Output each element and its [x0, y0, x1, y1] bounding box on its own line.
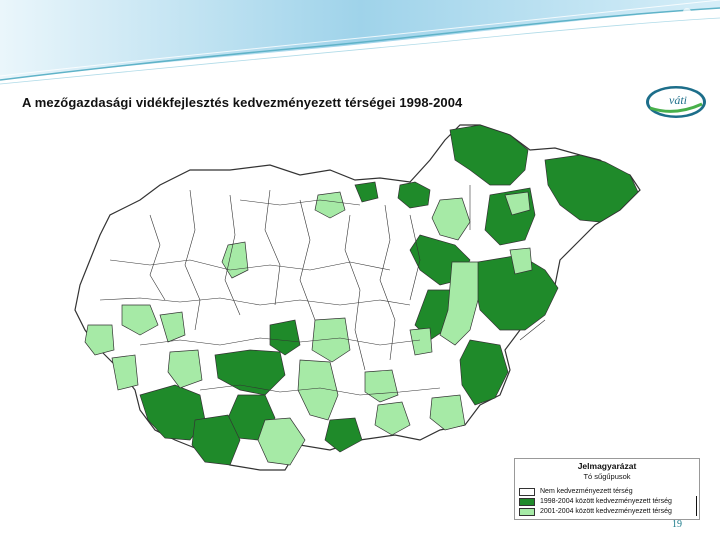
legend-item-2001-2004: 2001-2004 között kedvezményezett térség: [519, 508, 697, 517]
legend-divider: [696, 496, 697, 516]
legend-item-1998-2004: 1998-2004 között kedvezményezett térség: [519, 498, 697, 507]
map-legend: Jelmagyarázat Tó sűgűpusok Nem kedvezmén…: [514, 458, 700, 520]
legend-subtitle: Tó sűgűpusok: [583, 472, 631, 481]
legend-item-not-beneficiary: Nem kedvezményezett térség: [519, 488, 697, 497]
legend-label: Nem kedvezményezett térség: [540, 488, 633, 495]
page-number: 19: [672, 519, 682, 530]
legend-swatch-light-green: [519, 508, 535, 516]
legend-label: 1998-2004 között kedvezményezett térség: [540, 498, 672, 505]
legend-title: Jelmagyarázat: [577, 461, 637, 471]
legend-swatch-white: [519, 488, 535, 496]
legend-swatch-dark-green: [519, 498, 535, 506]
slide: A mezőgazdasági vidékfejlesztés kedvezmé…: [0, 0, 720, 540]
legend-label: 2001-2004 között kedvezményezett térség: [540, 508, 672, 515]
